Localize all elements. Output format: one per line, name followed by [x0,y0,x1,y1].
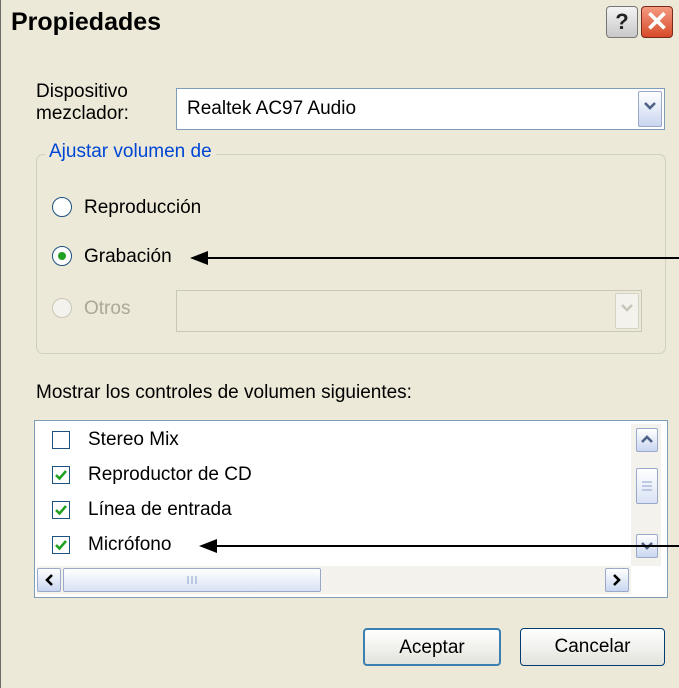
mixer-device-label: Dispositivo mezclador: [36,81,129,125]
radio-button-disabled [52,298,72,318]
horizontal-scrollbar[interactable] [37,566,631,594]
pointer-arrow-icon [190,251,679,265]
title-bar[interactable]: Propiedades ? ✕ [1,0,679,46]
mixer-device-value: Realtek AC97 Audio [187,98,357,119]
checkmark-icon [55,540,67,551]
list-item-label: Stereo Mix [88,429,179,450]
otros-dropdown-button [615,293,639,329]
checkbox-checked[interactable] [52,536,70,554]
help-button[interactable]: ? [606,6,638,38]
chevron-down-icon [621,304,633,312]
checkbox-checked[interactable] [52,501,70,519]
checkbox-checked[interactable] [52,466,70,484]
window-title: Propiedades [11,8,162,36]
mixer-label-line2: mezclador: [36,103,129,124]
properties-dialog: Propiedades ? ✕ Dispositivo mezclador: R… [0,0,679,688]
accept-button[interactable]: Aceptar [363,628,501,666]
mixer-label-line1: Dispositivo [36,81,128,102]
mixer-device-select[interactable]: Realtek AC97 Audio [176,88,665,130]
radio-dot-icon [58,252,66,260]
mixer-dropdown-button[interactable] [638,91,662,127]
cancel-button[interactable]: Cancelar [520,628,665,666]
radio-button[interactable] [52,197,72,217]
radio-label-otros: Otros [84,298,131,319]
radio-label-reproduccion[interactable]: Reproducción [84,197,201,219]
scroll-up-button[interactable] [636,428,658,452]
pointer-arrow-icon [199,539,679,553]
arrow-left-icon [45,574,53,586]
help-icon: ? [615,9,629,34]
grip-icon [642,481,652,491]
checkmark-icon [55,470,67,481]
radio-button-selected[interactable] [52,246,72,266]
controls-heading: Mostrar los controles de volumen siguien… [36,382,412,403]
arrow-right-icon [613,574,621,586]
list-item-label: Reproductor de CD [88,464,252,485]
list-item-label: Micrófono [88,534,172,555]
list-item-label: Línea de entrada [88,499,232,520]
close-icon: ✕ [645,6,669,37]
scroll-thumb[interactable] [63,568,321,592]
scroll-left-button[interactable] [37,568,61,592]
checkmark-icon [55,505,67,516]
adjust-volume-legend: Ajustar volumen de [45,141,216,163]
grip-icon [187,576,197,584]
chevron-down-icon [644,102,656,110]
arrow-up-icon [641,435,653,443]
radio-label-grabacion[interactable]: Grabación [84,246,172,268]
checkbox[interactable] [52,431,70,449]
otros-device-select [176,290,642,332]
scroll-thumb[interactable] [636,468,658,504]
scroll-right-button[interactable] [605,568,629,592]
close-button[interactable]: ✕ [641,6,673,38]
